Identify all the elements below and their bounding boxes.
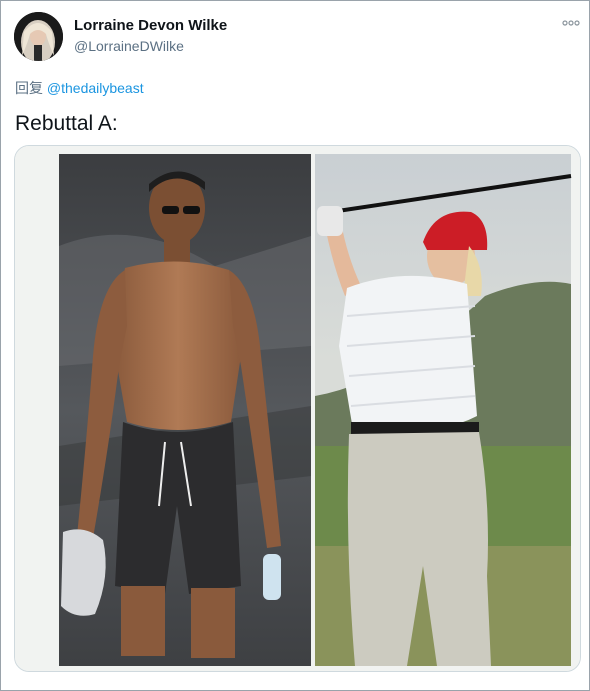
author-avatar[interactable] [14,12,63,61]
author-handle[interactable]: @LorraineDWilke [74,38,184,54]
tweet-text: Rebuttal A: [15,112,118,135]
more-options-icon[interactable] [561,15,581,31]
author-display-name[interactable]: Lorraine Devon Wilke [74,17,227,34]
tweet-photo[interactable] [14,145,581,672]
tweet-card: Lorraine Devon Wilke @LorraineDWilke 回复 … [0,0,590,691]
left-photo-panel [59,154,311,666]
reply-prefix: 回复 [15,80,43,96]
reply-mention-link[interactable]: @thedailybeast [47,80,144,96]
reply-context: 回复 @thedailybeast [15,78,144,98]
right-photo-panel [315,154,572,666]
